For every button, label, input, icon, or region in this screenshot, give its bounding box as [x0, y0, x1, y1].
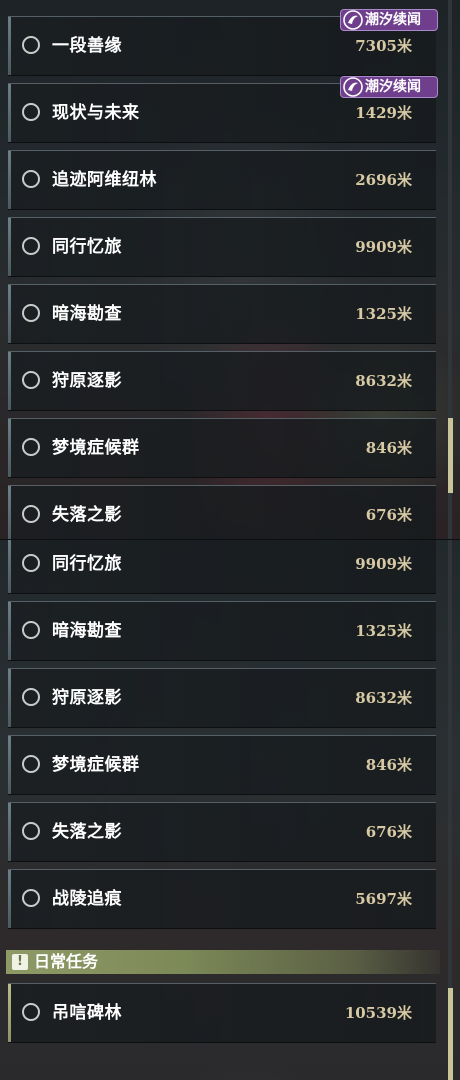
quest-select-radio[interactable]: [22, 1003, 40, 1021]
row-accent: [8, 218, 11, 276]
quest-distance: 5697米: [355, 890, 412, 908]
quest-select-radio[interactable]: [22, 505, 40, 523]
quest-name: 狩原逐影: [52, 371, 122, 391]
quest-name: 同行忆旅: [52, 554, 122, 574]
quest-row[interactable]: 失落之影 676米: [8, 802, 436, 862]
quest-distance: 1325米: [355, 622, 412, 640]
quest-distance: 846米: [365, 439, 412, 457]
scrollbar-thumb[interactable]: [448, 418, 453, 493]
quest-list-panel-bottom: 同行忆旅 9909米 暗海勘查 1325米 狩原逐影 8632米 梦境症候群 8…: [0, 540, 460, 1080]
row-accent: [8, 540, 11, 593]
row-accent: [8, 84, 11, 142]
quest-select-radio[interactable]: [22, 371, 40, 389]
quest-select-radio[interactable]: [22, 36, 40, 54]
quest-row[interactable]: 狩原逐影 8632米: [8, 668, 436, 728]
quest-name: 失落之影: [52, 505, 122, 525]
quest-select-radio[interactable]: [22, 554, 40, 572]
quest-select-radio[interactable]: [22, 755, 40, 773]
quest-row[interactable]: 追迹阿维纽林 2696米: [8, 150, 436, 210]
row-accent: [8, 419, 11, 477]
row-accent: [8, 870, 11, 928]
row-accent: [8, 486, 11, 540]
row-accent: [8, 803, 11, 861]
row-accent: [8, 285, 11, 343]
quest-distance: 8632米: [355, 689, 412, 707]
quest-select-radio[interactable]: [22, 822, 40, 840]
tide-news-badge[interactable]: 潮汐续闻: [340, 76, 438, 98]
quest-name: 暗海勘查: [52, 621, 122, 641]
quest-distance: 2696米: [355, 171, 412, 189]
badge-label: 潮汐续闻: [365, 12, 421, 28]
quest-name: 同行忆旅: [52, 237, 122, 257]
quest-name: 一段善缘: [52, 36, 122, 56]
quest-row-daily[interactable]: 吊唁碑林 10539米: [8, 983, 436, 1043]
quest-name: 暗海勘查: [52, 304, 122, 324]
quest-select-radio[interactable]: [22, 621, 40, 639]
quest-distance: 8632米: [355, 372, 412, 390]
quest-row[interactable]: 战陵追痕 5697米: [8, 869, 436, 929]
quest-name: 失落之影: [52, 822, 122, 842]
quest-select-radio[interactable]: [22, 170, 40, 188]
scrollbar-thumb[interactable]: [448, 988, 453, 1080]
quest-row[interactable]: 梦境症候群 846米: [8, 735, 436, 795]
tide-swirl-icon: [343, 10, 363, 30]
quest-distance: 676米: [365, 823, 412, 841]
quest-name: 梦境症候群: [52, 438, 140, 458]
quest-row[interactable]: 同行忆旅 9909米: [8, 217, 436, 277]
row-accent: [8, 352, 11, 410]
quest-row[interactable]: 梦境症候群 846米: [8, 418, 436, 478]
quest-row[interactable]: 同行忆旅 9909米: [8, 540, 436, 594]
quest-distance: 9909米: [355, 555, 412, 573]
tide-swirl-icon: [343, 77, 363, 97]
quest-distance: 1325米: [355, 305, 412, 323]
quest-select-radio[interactable]: [22, 889, 40, 907]
quest-select-radio[interactable]: [22, 103, 40, 121]
quest-distance: 846米: [365, 756, 412, 774]
quest-name: 现状与未来: [52, 103, 140, 123]
quest-distance: 10539米: [344, 1004, 412, 1022]
quest-select-radio[interactable]: [22, 438, 40, 456]
quest-row[interactable]: 失落之影 676米: [8, 485, 436, 540]
row-accent: [8, 602, 11, 660]
quest-select-radio[interactable]: [22, 688, 40, 706]
quest-row[interactable]: 暗海勘查 1325米: [8, 284, 436, 344]
quest-distance: 9909米: [355, 238, 412, 256]
daily-tasks-header[interactable]: ! 日常任务: [6, 950, 440, 974]
quest-list-panel-top: 一段善缘 7305米 现状与未来 1429米 追迹阿维纽林 2696米 同行忆旅…: [0, 0, 460, 540]
quest-row[interactable]: 狩原逐影 8632米: [8, 351, 436, 411]
badge-label: 潮汐续闻: [365, 79, 421, 95]
row-accent: [8, 984, 11, 1042]
quest-name: 战陵追痕: [52, 889, 122, 909]
tide-news-badge[interactable]: 潮汐续闻: [340, 9, 438, 31]
quest-name: 追迹阿维纽林: [52, 170, 157, 190]
quest-select-radio[interactable]: [22, 304, 40, 322]
row-accent: [8, 151, 11, 209]
quest-name: 梦境症候群: [52, 755, 140, 775]
row-accent: [8, 736, 11, 794]
quest-row[interactable]: 暗海勘查 1325米: [8, 601, 436, 661]
row-accent: [8, 669, 11, 727]
quest-distance: 676米: [365, 506, 412, 524]
quest-select-radio[interactable]: [22, 237, 40, 255]
quest-name: 狩原逐影: [52, 688, 122, 708]
quest-name: 吊唁碑林: [52, 1003, 122, 1023]
row-accent: [8, 17, 11, 75]
alert-icon: !: [12, 954, 28, 970]
section-title: 日常任务: [34, 952, 99, 971]
